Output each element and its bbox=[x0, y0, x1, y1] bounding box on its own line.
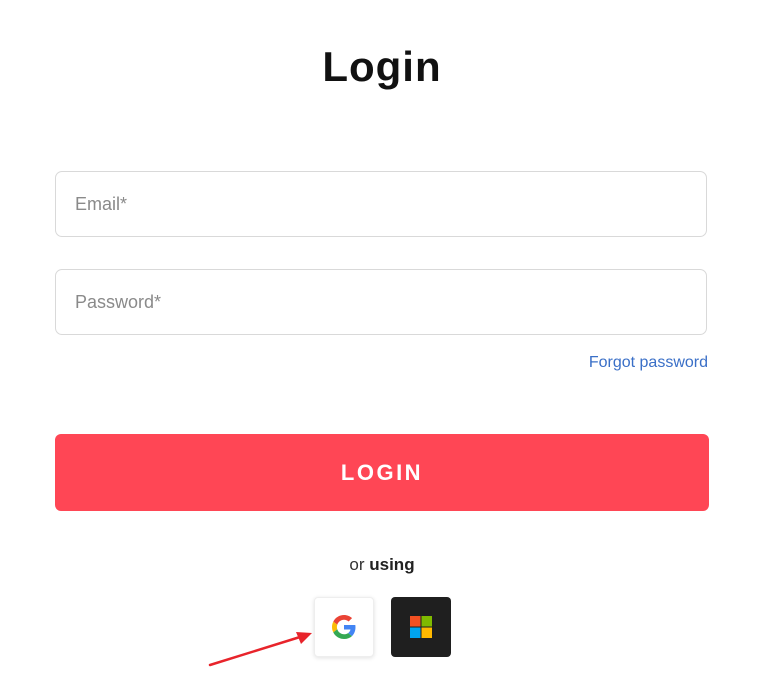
google-login-button[interactable] bbox=[314, 597, 374, 657]
login-button[interactable]: LOGIN bbox=[55, 434, 709, 511]
microsoft-login-button[interactable] bbox=[391, 597, 451, 657]
email-field[interactable] bbox=[56, 172, 706, 236]
alternate-login-text: or using bbox=[0, 555, 764, 575]
page-title: Login bbox=[322, 43, 442, 91]
google-icon bbox=[332, 615, 356, 639]
forgot-password-link[interactable]: Forgot password bbox=[589, 354, 708, 372]
microsoft-icon bbox=[410, 616, 432, 638]
email-field-container bbox=[55, 171, 707, 237]
alternate-prefix: or bbox=[349, 555, 365, 574]
password-field[interactable] bbox=[56, 270, 706, 334]
annotation-arrow-icon bbox=[208, 632, 312, 667]
login-page: Login Forgot password LOGIN or using bbox=[0, 0, 764, 689]
password-field-container bbox=[55, 269, 707, 335]
alternate-emphasis: using bbox=[369, 555, 415, 574]
